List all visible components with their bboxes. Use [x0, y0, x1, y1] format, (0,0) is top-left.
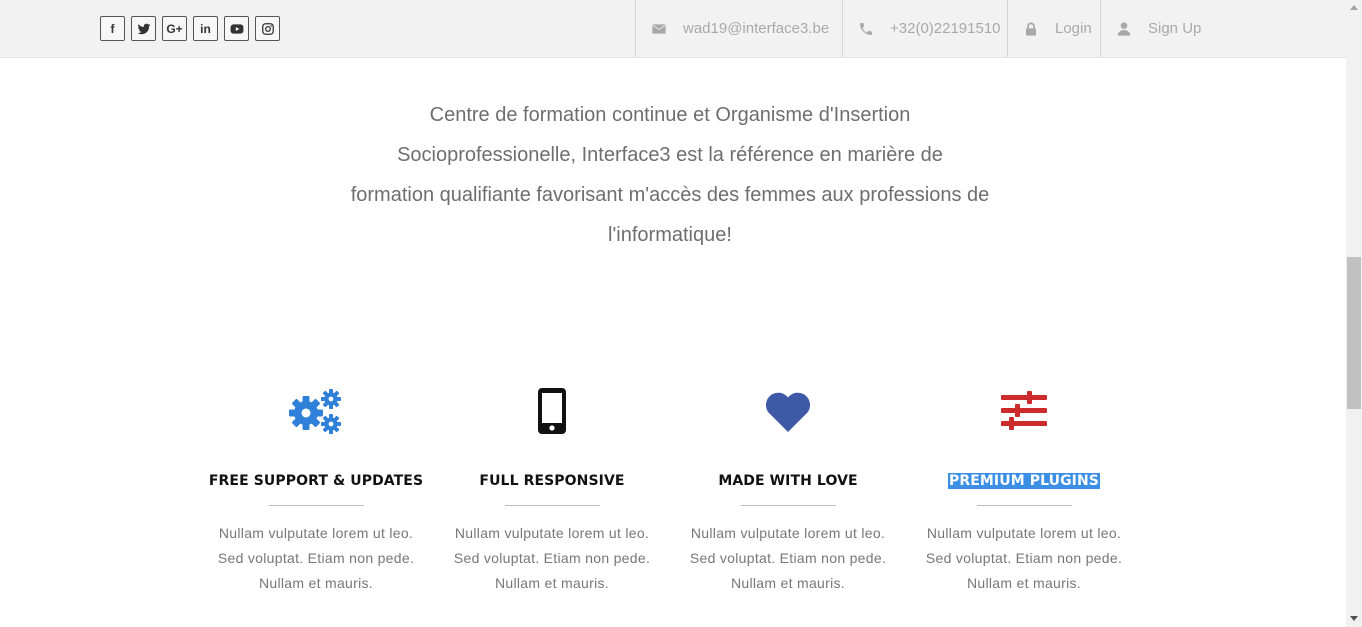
google-plus-link[interactable]: G+: [162, 16, 187, 41]
feature-description: Nullam vulputate lorem ut leo. Sed volup…: [689, 525, 887, 591]
mobile-phone-icon: [538, 388, 566, 434]
facebook-icon: f: [110, 21, 115, 36]
social-links: f G+ in: [100, 16, 280, 41]
feature-love: MADE WITH LOVE Nullam vulputate lorem ut…: [670, 385, 906, 596]
intro-line: l'informatique!: [608, 224, 732, 246]
feature-divider: [268, 505, 364, 506]
scroll-up-arrow-icon[interactable]: [1350, 5, 1358, 10]
instagram-icon: [261, 22, 274, 35]
feature-title: FULL RESPONSIVE: [479, 473, 625, 489]
email-text: wad19@interface3.be: [683, 20, 830, 37]
feature-divider: [504, 505, 600, 506]
feature-divider: [740, 505, 836, 506]
heart-icon: [765, 392, 811, 432]
feature-title: FREE SUPPORT & UPDATES: [208, 473, 424, 489]
twitter-link[interactable]: [131, 16, 156, 41]
phone-icon: [860, 22, 872, 35]
feature-title: MADE WITH LOVE: [718, 473, 858, 489]
feature-description: Nullam vulputate lorem ut leo. Sed volup…: [925, 525, 1123, 591]
signup-text: Sign Up: [1148, 20, 1202, 37]
email-link[interactable]: wad19@interface3.be: [635, 0, 842, 57]
instagram-link[interactable]: [255, 16, 280, 41]
feature-description: Nullam vulputate lorem ut leo. Sed volup…: [453, 525, 651, 591]
feature-plugins: PREMIUM PLUGINS Nullam vulputate lorem u…: [906, 385, 1142, 596]
intro-line: formation qualifiante favorisant m'accès…: [350, 184, 990, 206]
top-bar: f G+ in wad19@interface3.be +32(0)221915…: [0, 0, 1346, 58]
gears-icon: [289, 389, 341, 434]
feature-description: Nullam vulputate lorem ut leo. Sed volup…: [217, 525, 415, 591]
feature-responsive: FULL RESPONSIVE Nullam vulputate lorem u…: [434, 385, 670, 596]
selected-text: PREMIUM PLUGINS: [948, 473, 1100, 489]
phone-link[interactable]: +32(0)22191510: [842, 0, 1007, 57]
contact-bar: wad19@interface3.be +32(0)22191510 Login…: [635, 0, 1220, 57]
feature-support: FREE SUPPORT & UPDATES Nullam vulputate …: [198, 385, 434, 596]
twitter-icon: [137, 23, 150, 34]
linkedin-icon: in: [200, 21, 211, 36]
login-text: Login: [1055, 20, 1092, 37]
youtube-link[interactable]: [224, 16, 249, 41]
intro-line: Centre de formation continue et Organism…: [429, 104, 911, 126]
google-plus-icon: G+: [166, 21, 183, 36]
intro-line: Socioprofessionelle, Interface3 est la r…: [397, 144, 943, 166]
scroll-thumb[interactable]: [1347, 257, 1361, 409]
scroll-down-arrow-icon[interactable]: [1350, 616, 1358, 621]
lock-icon: [1026, 22, 1036, 36]
phone-text: +32(0)22191510: [890, 20, 1001, 37]
feature-title: PREMIUM PLUGINS: [906, 470, 1142, 492]
sliders-icon: [1001, 391, 1047, 430]
facebook-link[interactable]: f: [100, 16, 125, 41]
linkedin-link[interactable]: in: [193, 16, 218, 41]
signup-link[interactable]: Sign Up: [1100, 0, 1220, 57]
intro-paragraph: Centre de formation continue et Organism…: [320, 95, 1020, 255]
user-icon: [1117, 21, 1131, 36]
login-link[interactable]: Login: [1007, 0, 1100, 57]
feature-divider: [976, 505, 1072, 506]
envelope-icon: [652, 23, 666, 34]
youtube-icon: [230, 23, 243, 34]
page-scrollbar[interactable]: [1346, 0, 1362, 627]
